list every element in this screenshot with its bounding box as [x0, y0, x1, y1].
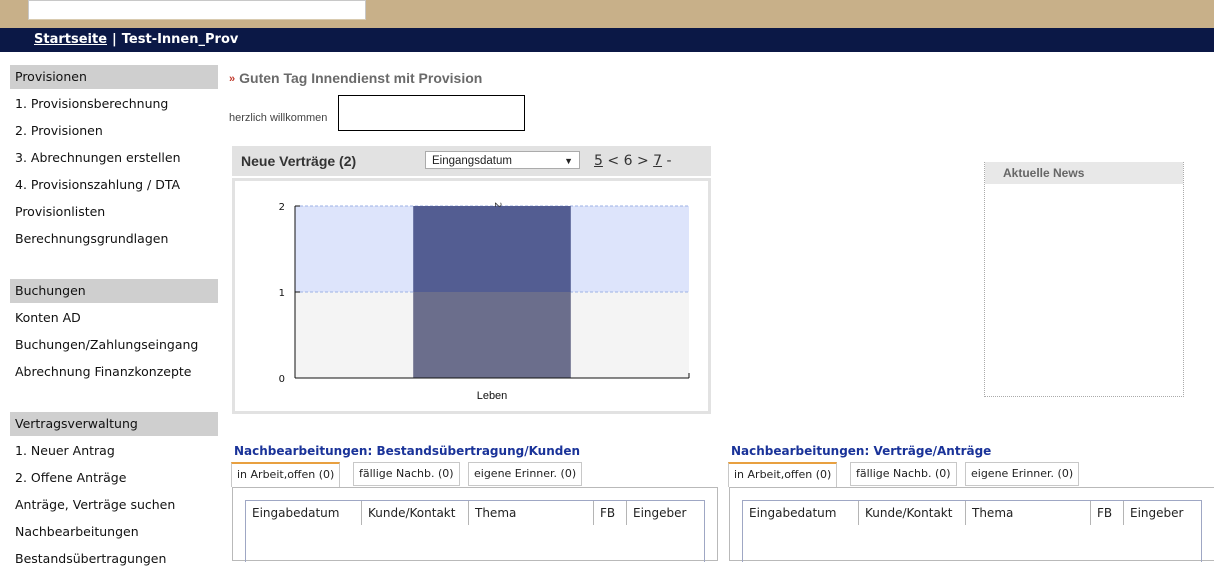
nav-context: Test-Innen_Prov [121, 32, 239, 47]
chart-bar [413, 206, 571, 292]
panel-title-vertraege: Nachbearbeitungen: Verträge/Anträge [731, 444, 992, 458]
column-eingeber[interactable]: Eingeber [627, 501, 704, 525]
news-panel: Aktuelle News [984, 162, 1184, 397]
chart-y-tick-label: 0 [279, 374, 285, 385]
sidebar: Provisionen 1. Provisionsberechnung 2. P… [10, 65, 218, 573]
name-redaction-box [338, 95, 525, 131]
column-kunde[interactable]: Kunde/Kontakt [859, 501, 966, 525]
table-panel-vertraege: Eingabedatum Kunde/Kontakt Thema FB Eing… [729, 487, 1214, 562]
sidebar-item-buchungen-zahlungseingang[interactable]: Buchungen/Zahlungseingang [10, 332, 218, 359]
home-link[interactable]: Startseite [34, 32, 107, 47]
column-eingabedatum[interactable]: Eingabedatum [246, 501, 362, 525]
greeting: » Guten Tag Innendienst mit Provision [229, 70, 482, 86]
tab-in-arbeit[interactable]: in Arbeit,offen (0) [728, 462, 838, 487]
sidebar-header-buchungen: Buchungen [10, 279, 218, 303]
greeting-text: Guten Tag Innendienst mit Provision [239, 70, 483, 86]
sort-select-value: Eingangsdatum [432, 155, 512, 167]
year-prev-link[interactable]: 5 [594, 153, 603, 169]
chart-x-tick-label: Leben [477, 390, 508, 402]
nav-gt: > [636, 153, 649, 169]
sidebar-item-berechnungsgrundlagen[interactable]: Berechnungsgrundlagen [10, 226, 218, 253]
year-next-link[interactable]: 7 [653, 153, 662, 169]
nav-separator: | [112, 32, 117, 47]
table-header: Eingabedatum Kunde/Kontakt Thema FB Eing… [742, 500, 1202, 525]
sidebar-item-nachbearbeitungen[interactable]: Nachbearbeitungen [10, 519, 218, 546]
nav-current: 6 [623, 153, 633, 169]
sidebar-item-bestandsuebertragungen[interactable]: Bestandsübertragungen [10, 546, 218, 573]
sidebar-item-neuer-antrag[interactable]: 1. Neuer Antrag [10, 438, 218, 465]
table-panel-bestand: Eingabedatum Kunde/Kontakt Thema FB Eing… [232, 487, 718, 562]
sidebar-header-vertragsverwaltung: Vertragsverwaltung [10, 412, 218, 436]
sidebar-header-provisionen: Provisionen [10, 65, 218, 89]
contracts-title: Neue Verträge (2) [241, 153, 357, 169]
sort-select[interactable]: Eingangsdatum ▼ [425, 151, 580, 169]
tab-erinner[interactable]: eigene Erinner. (0) [965, 462, 1080, 486]
tab-faellige[interactable]: fällige Nachb. (0) [353, 462, 460, 486]
sidebar-item-provisionszahlung[interactable]: 4. Provisionszahlung / DTA [10, 172, 218, 199]
column-fb[interactable]: FB [1091, 501, 1124, 525]
chart-data-label: 2 [492, 202, 502, 208]
news-title: Aktuelle News [985, 162, 1183, 184]
bullet-icon: » [229, 73, 236, 85]
welcome-text: herzlich willkommen [229, 112, 328, 124]
sidebar-item-konten-ad[interactable]: Konten AD [10, 305, 218, 332]
column-eingeber[interactable]: Eingeber [1124, 501, 1201, 525]
chart-bar [413, 292, 571, 378]
contracts-header: Neue Verträge (2) Eingangsdatum ▼ 5 < 6 … [232, 146, 711, 199]
nav-lt: < [607, 153, 620, 169]
panel-title-bestand: Nachbearbeitungen: Bestandsübertragung/K… [234, 444, 581, 458]
table-body [742, 524, 1202, 562]
top-band [0, 0, 1214, 28]
sidebar-item-provisionen[interactable]: 2. Provisionen [10, 118, 218, 145]
top-tab [28, 0, 366, 20]
chart-svg: 2 Leben 0 1 2 [279, 202, 690, 402]
tab-erinner[interactable]: eigene Erinner. (0) [468, 462, 583, 486]
table-body [245, 524, 705, 562]
column-thema[interactable]: Thema [966, 501, 1091, 525]
column-thema[interactable]: Thema [469, 501, 594, 525]
tabs-bestand: in Arbeit,offen (0) fällige Nachb. (0) e… [231, 462, 711, 487]
nav-bar: Startseite | Test-Innen_Prov [0, 28, 1214, 52]
sidebar-item-offene-antraege[interactable]: 2. Offene Anträge [10, 465, 218, 492]
sidebar-item-abrechnung-finanzkonzepte[interactable]: Abrechnung Finanzkonzepte [10, 359, 218, 386]
table-header: Eingabedatum Kunde/Kontakt Thema FB Eing… [245, 500, 705, 525]
sidebar-item-antraege-suchen[interactable]: Anträge, Verträge suchen [10, 492, 218, 519]
column-eingabedatum[interactable]: Eingabedatum [743, 501, 859, 525]
tab-faellige[interactable]: fällige Nachb. (0) [850, 462, 957, 486]
sidebar-item-abrechnungen-erstellen[interactable]: 3. Abrechnungen erstellen [10, 145, 218, 172]
tabs-vertraege: in Arbeit,offen (0) fällige Nachb. (0) e… [728, 462, 1208, 487]
chart-y-tick-label: 1 [279, 288, 285, 299]
contracts-chart: 2 Leben 0 1 2 [232, 178, 711, 414]
column-fb[interactable]: FB [594, 501, 627, 525]
sidebar-item-provisionlisten[interactable]: Provisionlisten [10, 199, 218, 226]
nav-dash: - [666, 153, 672, 169]
chart-y-tick-label: 2 [279, 202, 285, 213]
sidebar-item-provisionsberechnung[interactable]: 1. Provisionsberechnung [10, 91, 218, 118]
column-kunde[interactable]: Kunde/Kontakt [362, 501, 469, 525]
tab-in-arbeit[interactable]: in Arbeit,offen (0) [231, 462, 341, 487]
chevron-down-icon: ▼ [564, 156, 573, 166]
